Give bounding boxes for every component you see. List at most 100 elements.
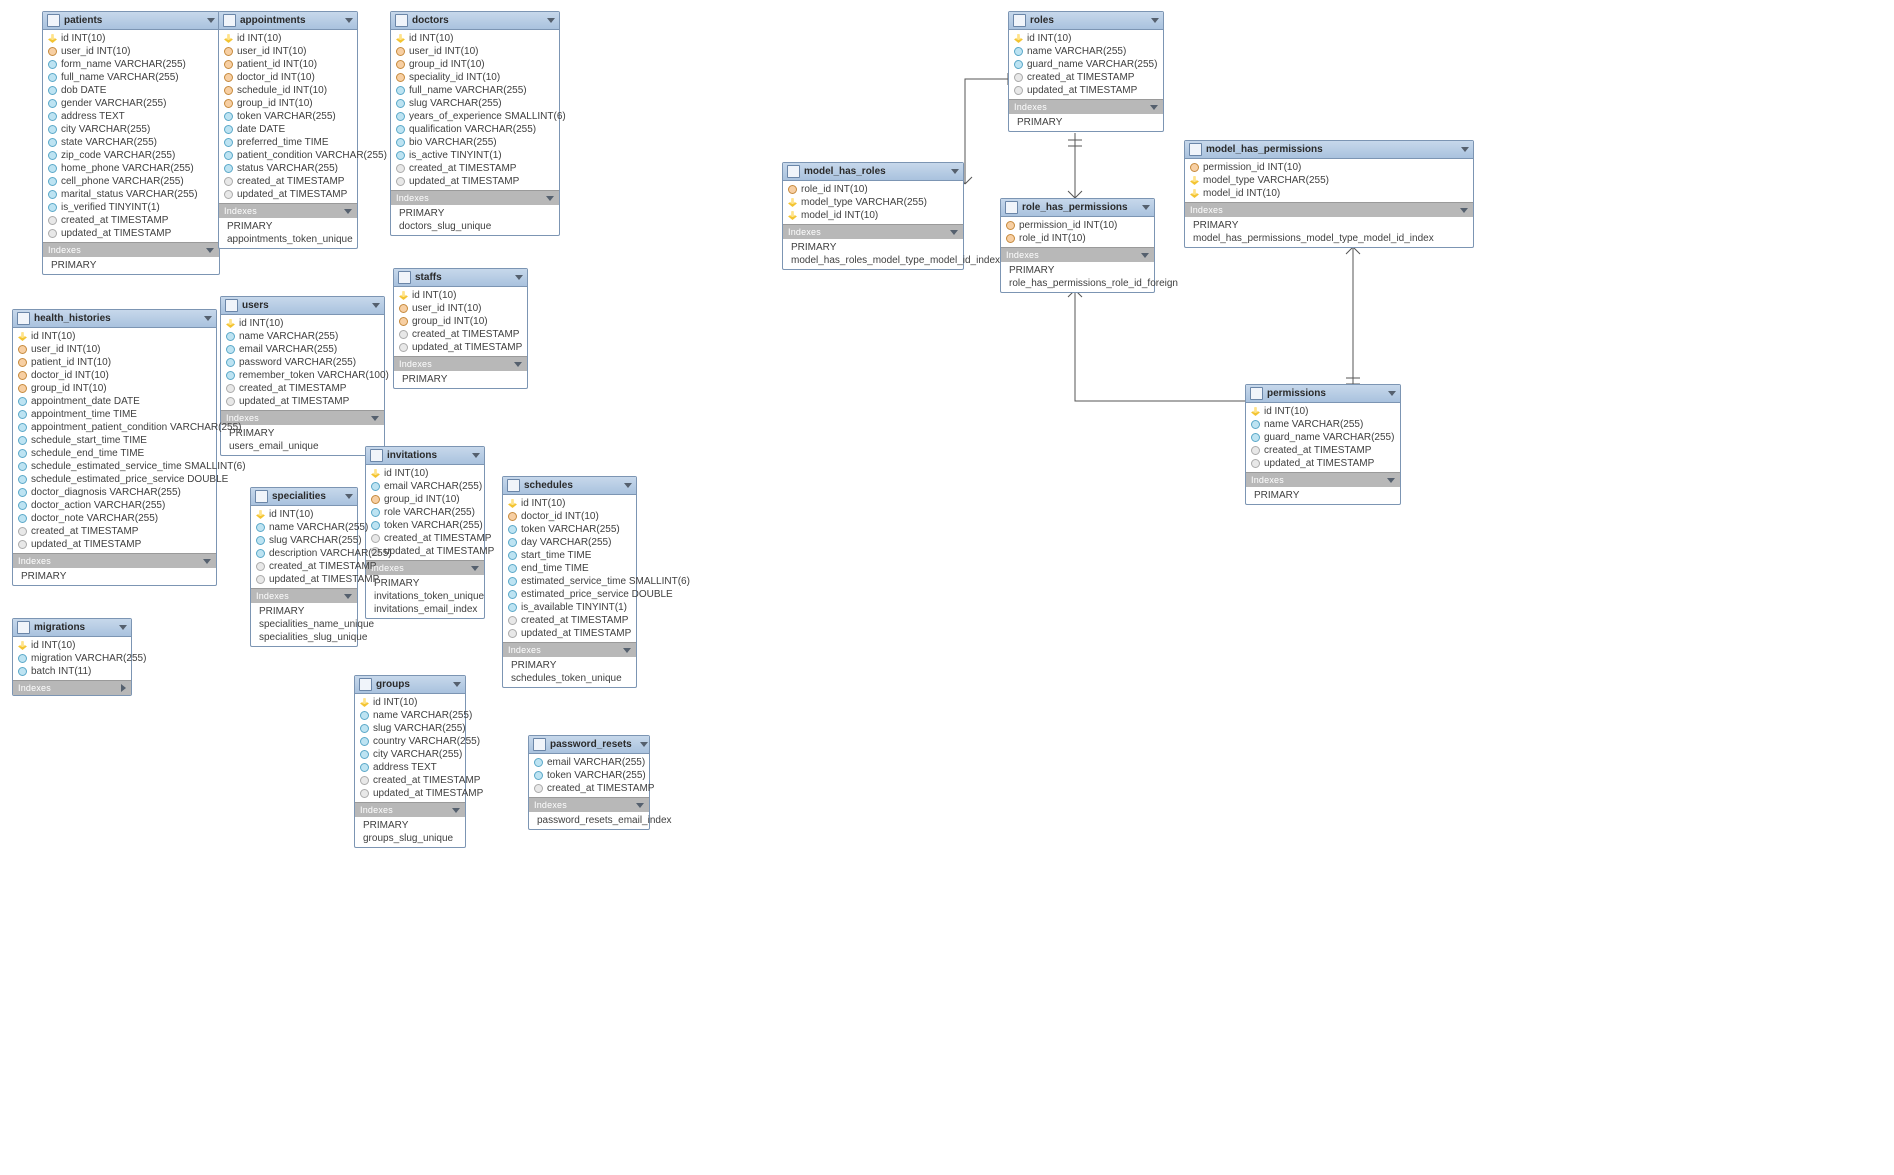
index-row[interactable]: invitations_token_unique [366, 590, 484, 603]
column-row[interactable]: guard_name VARCHAR(255) [1246, 431, 1400, 444]
column-row[interactable]: role VARCHAR(255) [366, 506, 484, 519]
index-row[interactable]: appointments_token_unique [219, 233, 357, 246]
table-roles[interactable]: rolesid INT(10)name VARCHAR(255)guard_na… [1008, 11, 1164, 132]
index-row[interactable]: PRIMARY [43, 259, 219, 272]
index-row[interactable]: role_has_permissions_role_id_foreign [1001, 277, 1154, 290]
column-row[interactable]: created_at TIMESTAMP [43, 214, 219, 227]
table-titlebar[interactable]: permissions [1246, 385, 1400, 403]
table-titlebar[interactable]: groups [355, 676, 465, 694]
chevron-down-icon[interactable] [624, 483, 632, 488]
column-row[interactable]: slug VARCHAR(255) [355, 722, 465, 735]
table-titlebar[interactable]: patients [43, 12, 219, 30]
chevron-down-icon[interactable] [344, 594, 352, 599]
table-patients[interactable]: patientsid INT(10)user_id INT(10)form_na… [42, 11, 220, 275]
column-row[interactable]: updated_at TIMESTAMP [391, 175, 559, 188]
chevron-down-icon[interactable] [1151, 18, 1159, 23]
column-row[interactable]: created_at TIMESTAMP [529, 782, 649, 795]
column-row[interactable]: city VARCHAR(255) [43, 123, 219, 136]
column-row[interactable]: batch INT(11) [13, 665, 131, 678]
chevron-down-icon[interactable] [471, 566, 479, 571]
column-row[interactable]: updated_at TIMESTAMP [503, 627, 636, 640]
column-row[interactable]: appointment_time TIME [13, 408, 216, 421]
column-row[interactable]: appointment_patient_condition VARCHAR(25… [13, 421, 216, 434]
column-row[interactable]: home_phone VARCHAR(255) [43, 162, 219, 175]
table-titlebar[interactable]: migrations [13, 619, 131, 637]
column-row[interactable]: token VARCHAR(255) [219, 110, 357, 123]
index-row[interactable]: specialities_name_unique [251, 618, 357, 631]
chevron-down-icon[interactable] [345, 18, 353, 23]
table-health_histories[interactable]: health_historiesid INT(10)user_id INT(10… [12, 309, 217, 586]
column-row[interactable]: user_id INT(10) [13, 343, 216, 356]
table-schedules[interactable]: schedulesid INT(10)doctor_id INT(10)toke… [502, 476, 637, 688]
table-doctors[interactable]: doctorsid INT(10)user_id INT(10)group_id… [390, 11, 560, 236]
chevron-down-icon[interactable] [546, 196, 554, 201]
column-row[interactable]: state VARCHAR(255) [43, 136, 219, 149]
column-row[interactable]: role_id INT(10) [1001, 232, 1154, 245]
indexes-header[interactable]: Indexes [355, 802, 465, 817]
column-row[interactable]: schedule_estimated_service_time SMALLINT… [13, 460, 216, 473]
chevron-down-icon[interactable] [472, 453, 480, 458]
chevron-down-icon[interactable] [453, 682, 461, 687]
column-row[interactable]: updated_at TIMESTAMP [219, 188, 357, 201]
index-row[interactable]: PRIMARY [1001, 264, 1154, 277]
index-row[interactable]: users_email_unique [221, 440, 384, 453]
index-row[interactable]: doctors_slug_unique [391, 220, 559, 233]
column-row[interactable]: marital_status VARCHAR(255) [43, 188, 219, 201]
index-row[interactable]: PRIMARY [391, 207, 559, 220]
column-row[interactable]: schedule_end_time TIME [13, 447, 216, 460]
column-row[interactable]: id INT(10) [1009, 32, 1163, 45]
column-row[interactable]: model_type VARCHAR(255) [783, 196, 963, 209]
column-row[interactable]: is_available TINYINT(1) [503, 601, 636, 614]
chevron-down-icon[interactable] [1388, 391, 1396, 396]
column-row[interactable]: name VARCHAR(255) [221, 330, 384, 343]
column-row[interactable]: permission_id INT(10) [1001, 219, 1154, 232]
column-row[interactable]: day VARCHAR(255) [503, 536, 636, 549]
column-row[interactable]: group_id INT(10) [394, 315, 527, 328]
column-row[interactable]: updated_at TIMESTAMP [1009, 84, 1163, 97]
column-row[interactable]: start_time TIME [503, 549, 636, 562]
column-row[interactable]: id INT(10) [394, 289, 527, 302]
indexes-header[interactable]: Indexes [1185, 202, 1473, 217]
table-titlebar[interactable]: schedules [503, 477, 636, 495]
index-row[interactable]: PRIMARY [366, 577, 484, 590]
column-row[interactable]: name VARCHAR(255) [251, 521, 357, 534]
indexes-header[interactable]: Indexes [529, 797, 649, 812]
index-row[interactable]: groups_slug_unique [355, 832, 465, 845]
column-row[interactable]: doctor_note VARCHAR(255) [13, 512, 216, 525]
column-row[interactable]: model_type VARCHAR(255) [1185, 174, 1473, 187]
chevron-down-icon[interactable] [203, 559, 211, 564]
chevron-down-icon[interactable] [1387, 478, 1395, 483]
column-row[interactable]: id INT(10) [221, 317, 384, 330]
column-row[interactable]: user_id INT(10) [43, 45, 219, 58]
column-row[interactable]: updated_at TIMESTAMP [221, 395, 384, 408]
column-row[interactable]: created_at TIMESTAMP [355, 774, 465, 787]
column-row[interactable]: email VARCHAR(255) [366, 480, 484, 493]
indexes-header[interactable]: Indexes [13, 680, 131, 695]
index-row[interactable]: PRIMARY [783, 241, 963, 254]
table-password_resets[interactable]: password_resetsemail VARCHAR(255)token V… [528, 735, 650, 830]
index-row[interactable]: PRIMARY [219, 220, 357, 233]
index-row[interactable]: PRIMARY [1246, 489, 1400, 502]
chevron-down-icon[interactable] [951, 169, 959, 174]
column-row[interactable]: updated_at TIMESTAMP [1246, 457, 1400, 470]
chevron-down-icon[interactable] [514, 362, 522, 367]
index-row[interactable]: PRIMARY [13, 570, 216, 583]
column-row[interactable]: is_verified TINYINT(1) [43, 201, 219, 214]
column-row[interactable]: doctor_action VARCHAR(255) [13, 499, 216, 512]
column-row[interactable]: doctor_id INT(10) [219, 71, 357, 84]
column-row[interactable]: password VARCHAR(255) [221, 356, 384, 369]
column-row[interactable]: slug VARCHAR(255) [251, 534, 357, 547]
column-row[interactable]: role_id INT(10) [783, 183, 963, 196]
er-diagram-canvas[interactable]: { "indexes_label": "Indexes", "icon_lege… [0, 0, 1894, 1175]
column-row[interactable]: end_time TIME [503, 562, 636, 575]
column-row[interactable]: name VARCHAR(255) [355, 709, 465, 722]
chevron-down-icon[interactable] [345, 494, 353, 499]
table-appointments[interactable]: appointmentsid INT(10)user_id INT(10)pat… [218, 11, 358, 249]
table-titlebar[interactable]: password_resets [529, 736, 649, 754]
indexes-header[interactable]: Indexes [391, 190, 559, 205]
column-row[interactable]: id INT(10) [13, 639, 131, 652]
column-row[interactable]: appointment_date DATE [13, 395, 216, 408]
table-model_has_roles[interactable]: model_has_rolesrole_id INT(10)model_type… [782, 162, 964, 270]
column-row[interactable]: zip_code VARCHAR(255) [43, 149, 219, 162]
chevron-down-icon[interactable] [1150, 105, 1158, 110]
